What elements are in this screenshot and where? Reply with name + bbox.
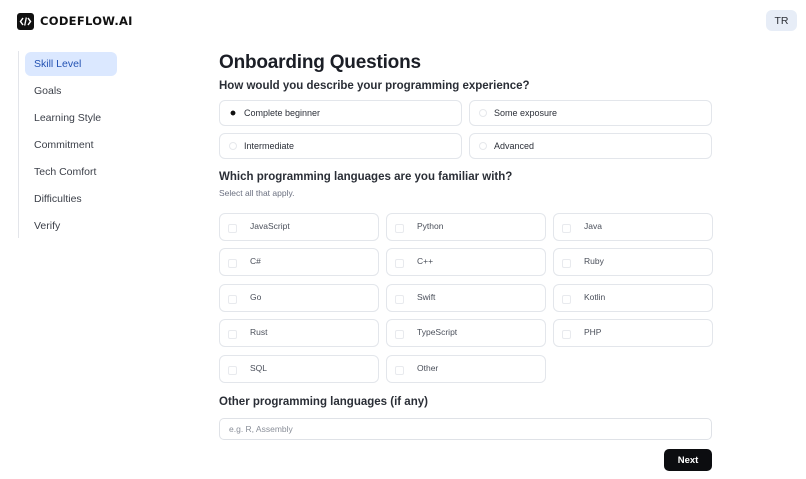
- checkbox-icon: [562, 224, 571, 233]
- language-option-kotlin[interactable]: Kotlin: [553, 284, 713, 312]
- radio-checked-icon: [229, 109, 237, 117]
- language-option-rust[interactable]: Rust: [219, 319, 379, 347]
- brand-logo[interactable]: CODEFLOW.AI: [17, 12, 133, 30]
- checkbox-icon: [562, 259, 571, 268]
- language-option-sql[interactable]: SQL: [219, 355, 379, 383]
- checkbox-icon: [562, 330, 571, 339]
- option-label: Advanced: [494, 141, 535, 151]
- checkbox-icon: [562, 295, 571, 304]
- sidebar-nav: Skill Level Goals Learning Style Commitm…: [18, 51, 118, 238]
- checkbox-icon: [228, 366, 237, 375]
- language-option-ruby[interactable]: Ruby: [553, 248, 713, 276]
- page-title: Onboarding Questions: [219, 52, 421, 73]
- option-label: Python: [417, 221, 444, 231]
- sidebar-item-verify[interactable]: Verify: [25, 214, 117, 238]
- language-option-other[interactable]: Other: [386, 355, 546, 383]
- radio-unchecked-icon: [479, 142, 487, 150]
- option-label: PHP: [584, 327, 602, 337]
- language-option-swift[interactable]: Swift: [386, 284, 546, 312]
- option-label: C++: [417, 256, 434, 266]
- other-languages-question: Other programming languages (if any): [219, 396, 428, 408]
- sidebar-item-goals[interactable]: Goals: [25, 79, 117, 103]
- experience-option-intermediate[interactable]: Intermediate: [219, 133, 462, 159]
- option-label: Go: [250, 292, 262, 302]
- option-label: Complete beginner: [244, 108, 321, 118]
- experience-option-some-exposure[interactable]: Some exposure: [469, 100, 712, 126]
- checkbox-icon: [395, 224, 404, 233]
- option-label: Swift: [417, 292, 436, 302]
- language-option-java[interactable]: Java: [553, 213, 713, 241]
- sidebar-item-tech-comfort[interactable]: Tech Comfort: [25, 160, 117, 184]
- checkbox-icon: [228, 259, 237, 268]
- checkbox-icon: [395, 259, 404, 268]
- option-label: Some exposure: [494, 108, 558, 118]
- checkbox-icon: [228, 224, 237, 233]
- checkbox-icon: [395, 330, 404, 339]
- option-label: JavaScript: [250, 221, 290, 231]
- language-option-go[interactable]: Go: [219, 284, 379, 312]
- language-option-php[interactable]: PHP: [553, 319, 713, 347]
- experience-option-advanced[interactable]: Advanced: [469, 133, 712, 159]
- option-label: Kotlin: [584, 292, 606, 302]
- languages-hint: Select all that apply.: [219, 188, 295, 198]
- option-label: Ruby: [584, 256, 604, 266]
- experience-option-complete-beginner[interactable]: Complete beginner: [219, 100, 462, 126]
- radio-unchecked-icon: [479, 109, 487, 117]
- option-label: SQL: [250, 363, 268, 373]
- language-option-csharp[interactable]: C#: [219, 248, 379, 276]
- radio-unchecked-icon: [229, 142, 237, 150]
- languages-question: Which programming languages are you fami…: [219, 171, 513, 183]
- checkbox-icon: [228, 330, 237, 339]
- code-slash-icon: [17, 12, 34, 30]
- option-label: Intermediate: [244, 141, 295, 151]
- option-label: Rust: [250, 327, 268, 337]
- user-avatar[interactable]: TR: [766, 10, 797, 31]
- next-button[interactable]: Next: [664, 449, 712, 471]
- checkbox-icon: [395, 366, 404, 375]
- language-option-cpp[interactable]: C++: [386, 248, 546, 276]
- sidebar-item-difficulties[interactable]: Difficulties: [25, 187, 117, 211]
- option-label: TypeScript: [417, 327, 458, 337]
- language-option-javascript[interactable]: JavaScript: [219, 213, 379, 241]
- sidebar-item-skill-level[interactable]: Skill Level: [25, 52, 117, 76]
- sidebar-item-learning-style[interactable]: Learning Style: [25, 106, 117, 130]
- language-option-typescript[interactable]: TypeScript: [386, 319, 546, 347]
- language-option-python[interactable]: Python: [386, 213, 546, 241]
- brand-name: CODEFLOW.AI: [40, 14, 133, 28]
- checkbox-icon: [395, 295, 404, 304]
- option-label: Other: [417, 363, 439, 373]
- sidebar-item-commitment[interactable]: Commitment: [25, 133, 117, 157]
- option-label: C#: [250, 256, 261, 266]
- checkbox-icon: [228, 295, 237, 304]
- experience-question: How would you describe your programming …: [219, 80, 530, 92]
- option-label: Java: [584, 221, 602, 231]
- other-languages-input[interactable]: [219, 418, 712, 440]
